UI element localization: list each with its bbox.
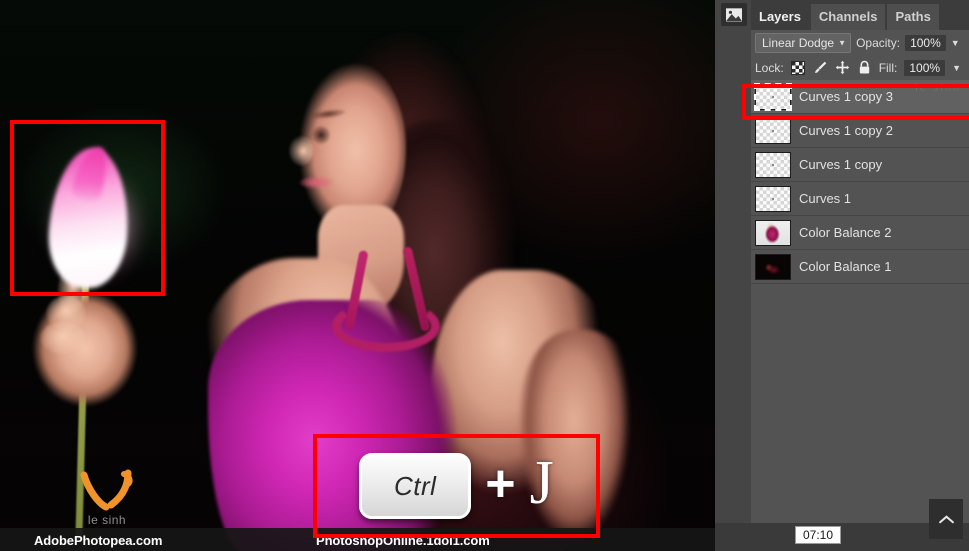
watermark-left: AdobePhotopea.com bbox=[34, 533, 163, 548]
checkerboard-transparency-icon[interactable] bbox=[791, 60, 806, 75]
photopea-window: le sinh AdobePhotopea.com PhotoshopOnlin… bbox=[0, 0, 969, 551]
opacity-chevron-down-icon[interactable]: ▼ bbox=[951, 38, 960, 48]
layer-name: Color Balance 2 bbox=[799, 225, 892, 240]
layers-empty-area bbox=[787, 286, 969, 523]
tab-layers[interactable]: Layers bbox=[751, 4, 809, 30]
layer-name: Curves 1 bbox=[799, 191, 852, 206]
layers-panel: Layers Channels Paths Linear Dodge ▼ Opa… bbox=[751, 0, 969, 551]
le-sinh-logo-icon bbox=[78, 467, 136, 513]
layer-thumbnail[interactable] bbox=[755, 185, 791, 212]
layer-thumbnail[interactable] bbox=[755, 117, 791, 144]
layer-row-color-balance-1[interactable]: Color Balance 1 bbox=[751, 250, 969, 284]
layer-row-curves-1[interactable]: Curves 1 bbox=[751, 182, 969, 216]
fill-value[interactable]: 100% bbox=[904, 59, 946, 76]
image-icon[interactable] bbox=[721, 3, 747, 26]
panel-gutter bbox=[715, 0, 751, 551]
annotation-box-shortcut bbox=[313, 434, 600, 538]
clock-tooltip: 07:10 bbox=[795, 526, 842, 544]
lock-fill-row: Lock: Fill: 100% ▼ bbox=[751, 55, 969, 80]
tab-channels[interactable]: Channels bbox=[810, 4, 886, 30]
lips bbox=[300, 176, 334, 189]
layer-name: Color Balance 1 bbox=[799, 259, 892, 274]
tab-paths[interactable]: Paths bbox=[887, 4, 939, 30]
layer-name: Curves 1 copy 2 bbox=[799, 123, 893, 138]
blend-mode-dropdown[interactable]: Linear Dodge ▼ bbox=[755, 32, 852, 53]
chevron-down-icon: ▼ bbox=[838, 38, 847, 47]
fill-chevron-down-icon[interactable]: ▼ bbox=[952, 63, 961, 73]
panel-tabs: Layers Channels Paths bbox=[751, 0, 969, 30]
layer-name: Curves 1 copy bbox=[799, 157, 883, 172]
annotation-box-active-layer bbox=[742, 84, 969, 120]
taskbar: 07:10 bbox=[715, 499, 969, 551]
layer-thumbnail[interactable] bbox=[755, 151, 791, 178]
lock-label: Lock: bbox=[755, 60, 784, 75]
opacity-value[interactable]: 100% bbox=[905, 34, 946, 51]
eye bbox=[312, 126, 330, 144]
fill-label: Fill: bbox=[878, 60, 898, 75]
chevron-up-icon[interactable] bbox=[929, 499, 963, 539]
layer-row-color-balance-2[interactable]: Color Balance 2 bbox=[751, 216, 969, 250]
layer-row-curves-1-copy[interactable]: Curves 1 copy bbox=[751, 148, 969, 182]
blend-mode-value: Linear Dodge bbox=[762, 35, 835, 50]
right-panel: Layers Channels Paths Linear Dodge ▼ Opa… bbox=[715, 0, 969, 551]
padlock-icon[interactable] bbox=[857, 60, 872, 75]
brush-icon[interactable] bbox=[813, 60, 828, 75]
blend-opacity-row: Linear Dodge ▼ Opacity: 100% ▼ bbox=[751, 30, 969, 55]
nose bbox=[289, 136, 313, 166]
layer-thumbnail[interactable] bbox=[755, 219, 791, 246]
move-icon[interactable] bbox=[835, 60, 850, 75]
layer-thumbnail[interactable] bbox=[755, 253, 791, 280]
finger-3 bbox=[40, 322, 86, 354]
annotation-box-flower bbox=[10, 120, 165, 296]
le-sinh-logo-text: le sinh bbox=[87, 513, 127, 527]
opacity-label: Opacity: bbox=[856, 35, 901, 50]
